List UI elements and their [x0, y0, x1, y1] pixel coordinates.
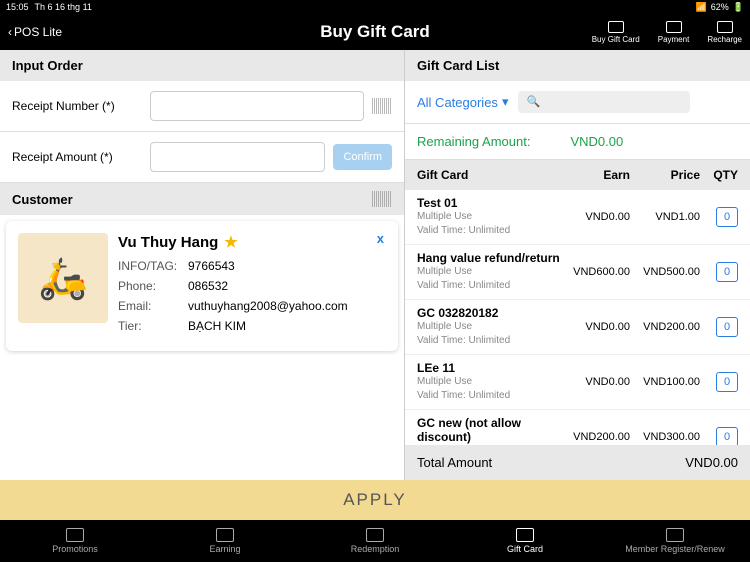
- qty-input[interactable]: 0: [716, 317, 738, 337]
- page-title: Buy Gift Card: [320, 22, 430, 42]
- giftcard-name: Test 01: [417, 196, 560, 210]
- receipt-number-input[interactable]: [150, 91, 364, 121]
- chart-icon: [216, 528, 234, 542]
- category-dropdown[interactable]: All Categories▾: [417, 94, 508, 110]
- giftcard-price: VND1.00: [630, 211, 700, 223]
- giftcard-row[interactable]: Test 01Multiple UseValid Time: Unlimited…: [405, 190, 750, 245]
- member-icon: [666, 528, 684, 542]
- total-value: VND0.00: [685, 455, 738, 470]
- customer-card: 🛵 Vu Thuy Hang★ INFO/TAG:9766543 Phone:0…: [6, 221, 398, 351]
- nav-payment[interactable]: Payment: [658, 21, 690, 44]
- star-icon: ★: [224, 233, 237, 251]
- nav-recharge[interactable]: Recharge: [707, 21, 742, 44]
- receipt-number-label: Receipt Number (*): [12, 99, 142, 113]
- wifi-icon: 📶: [696, 2, 707, 13]
- card-icon: [608, 21, 624, 33]
- giftcard-row[interactable]: GC 032820182Multiple UseValid Time: Unli…: [405, 300, 750, 355]
- giftcard-earn: VND0.00: [560, 211, 630, 223]
- tab-giftcard[interactable]: Gift Card: [450, 520, 600, 562]
- giftcard-earn: VND0.00: [560, 376, 630, 388]
- giftcard-row[interactable]: GC new (not allow discount)Multiple UseV…: [405, 410, 750, 445]
- search-input[interactable]: [518, 91, 690, 113]
- apply-button[interactable]: APPLY: [0, 480, 750, 520]
- giftcard-usage: Multiple Use: [417, 320, 560, 334]
- customer-infotag: 9766543: [188, 259, 235, 273]
- back-label: POS Lite: [14, 25, 62, 39]
- right-panel: Gift Card List All Categories▾ 🔍 Remaini…: [405, 50, 750, 480]
- caret-down-icon: ▾: [502, 94, 509, 110]
- customer-phone: 086532: [188, 279, 228, 293]
- payment-icon: [666, 21, 682, 33]
- barcode-icon[interactable]: [372, 98, 392, 114]
- tab-redemption[interactable]: Redemption: [300, 520, 450, 562]
- giftcard-name: GC 032820182: [417, 306, 560, 320]
- giftcard-name: Hang value refund/return: [417, 251, 560, 265]
- recharge-icon: [717, 21, 733, 33]
- giftcard-usage: Multiple Use: [417, 265, 560, 279]
- qty-input[interactable]: 0: [716, 427, 738, 445]
- giftcard-columns: Gift Card Earn Price QTY: [405, 160, 750, 190]
- giftcard-valid: Valid Time: Unlimited: [417, 334, 560, 348]
- search-icon: 🔍: [526, 95, 540, 108]
- chevron-left-icon: ‹: [8, 25, 12, 39]
- receipt-amount-label: Receipt Amount (*): [12, 150, 142, 164]
- giftcard-price: VND200.00: [630, 321, 700, 333]
- giftcard-price: VND100.00: [630, 376, 700, 388]
- giftcard-usage: Multiple Use: [417, 210, 560, 224]
- tab-member[interactable]: Member Register/Renew: [600, 520, 750, 562]
- total-row: Total Amount VND0.00: [405, 445, 750, 480]
- status-date: Th 6 16 thg 11: [35, 2, 92, 12]
- remaining-value: VND0.00: [570, 134, 623, 149]
- giftcard-valid: Valid Time: Unlimited: [417, 224, 560, 238]
- avatar: 🛵: [18, 233, 108, 323]
- customer-header: Customer: [0, 183, 404, 215]
- bottom-tabs: Promotions Earning Redemption Gift Card …: [0, 520, 750, 562]
- giftcard-usage: Multiple Use: [417, 375, 560, 389]
- giftcard-valid: Valid Time: Unlimited: [417, 279, 560, 293]
- remaining-label: Remaining Amount:: [417, 134, 530, 149]
- tab-earning[interactable]: Earning: [150, 520, 300, 562]
- confirm-button[interactable]: Confirm: [333, 144, 392, 170]
- giftcard-list-header: Gift Card List: [405, 50, 750, 81]
- tag-icon: [66, 528, 84, 542]
- barcode-icon[interactable]: [372, 191, 392, 207]
- input-order-header: Input Order: [0, 50, 404, 81]
- giftcard-name: GC new (not allow discount): [417, 416, 560, 444]
- tab-promotions[interactable]: Promotions: [0, 520, 150, 562]
- qty-input[interactable]: 0: [716, 207, 738, 227]
- redeem-icon: [366, 528, 384, 542]
- qty-input[interactable]: 0: [716, 262, 738, 282]
- back-button[interactable]: ‹ POS Lite: [8, 25, 62, 39]
- close-customer-button[interactable]: x: [377, 231, 384, 246]
- customer-name: Vu Thuy Hang: [118, 234, 218, 251]
- status-bar: 15:05 Th 6 16 thg 11 📶 62% 🔋: [0, 0, 750, 14]
- giftcard-row[interactable]: LEe 11Multiple UseValid Time: UnlimitedV…: [405, 355, 750, 410]
- giftcard-earn: VND600.00: [560, 266, 630, 278]
- left-panel: Input Order Receipt Number (*) Receipt A…: [0, 50, 405, 480]
- status-time: 15:05: [6, 2, 29, 12]
- battery-icon: 🔋: [733, 2, 744, 13]
- receipt-amount-input[interactable]: [150, 142, 325, 172]
- giftcard-name: LEe 11: [417, 361, 560, 375]
- giftcard-valid: Valid Time: Unlimited: [417, 389, 560, 403]
- giftcard-price: VND500.00: [630, 266, 700, 278]
- customer-email: vuthuyhang2008@yahoo.com: [188, 299, 348, 313]
- qty-input[interactable]: 0: [716, 372, 738, 392]
- giftcard-row[interactable]: Hang value refund/returnMultiple UseVali…: [405, 245, 750, 300]
- giftcard-earn: VND200.00: [560, 431, 630, 443]
- giftcard-price: VND300.00: [630, 431, 700, 443]
- customer-tier: BẠCH KIM: [188, 319, 246, 333]
- giftcard-earn: VND0.00: [560, 321, 630, 333]
- nav-bar: ‹ POS Lite Buy Gift Card Buy Gift Card P…: [0, 14, 750, 50]
- giftcard-list[interactable]: Test 01Multiple UseValid Time: Unlimited…: [405, 190, 750, 445]
- giftcard-icon: [516, 528, 534, 542]
- battery-pct: 62%: [711, 2, 729, 12]
- nav-buy-giftcard[interactable]: Buy Gift Card: [592, 21, 640, 44]
